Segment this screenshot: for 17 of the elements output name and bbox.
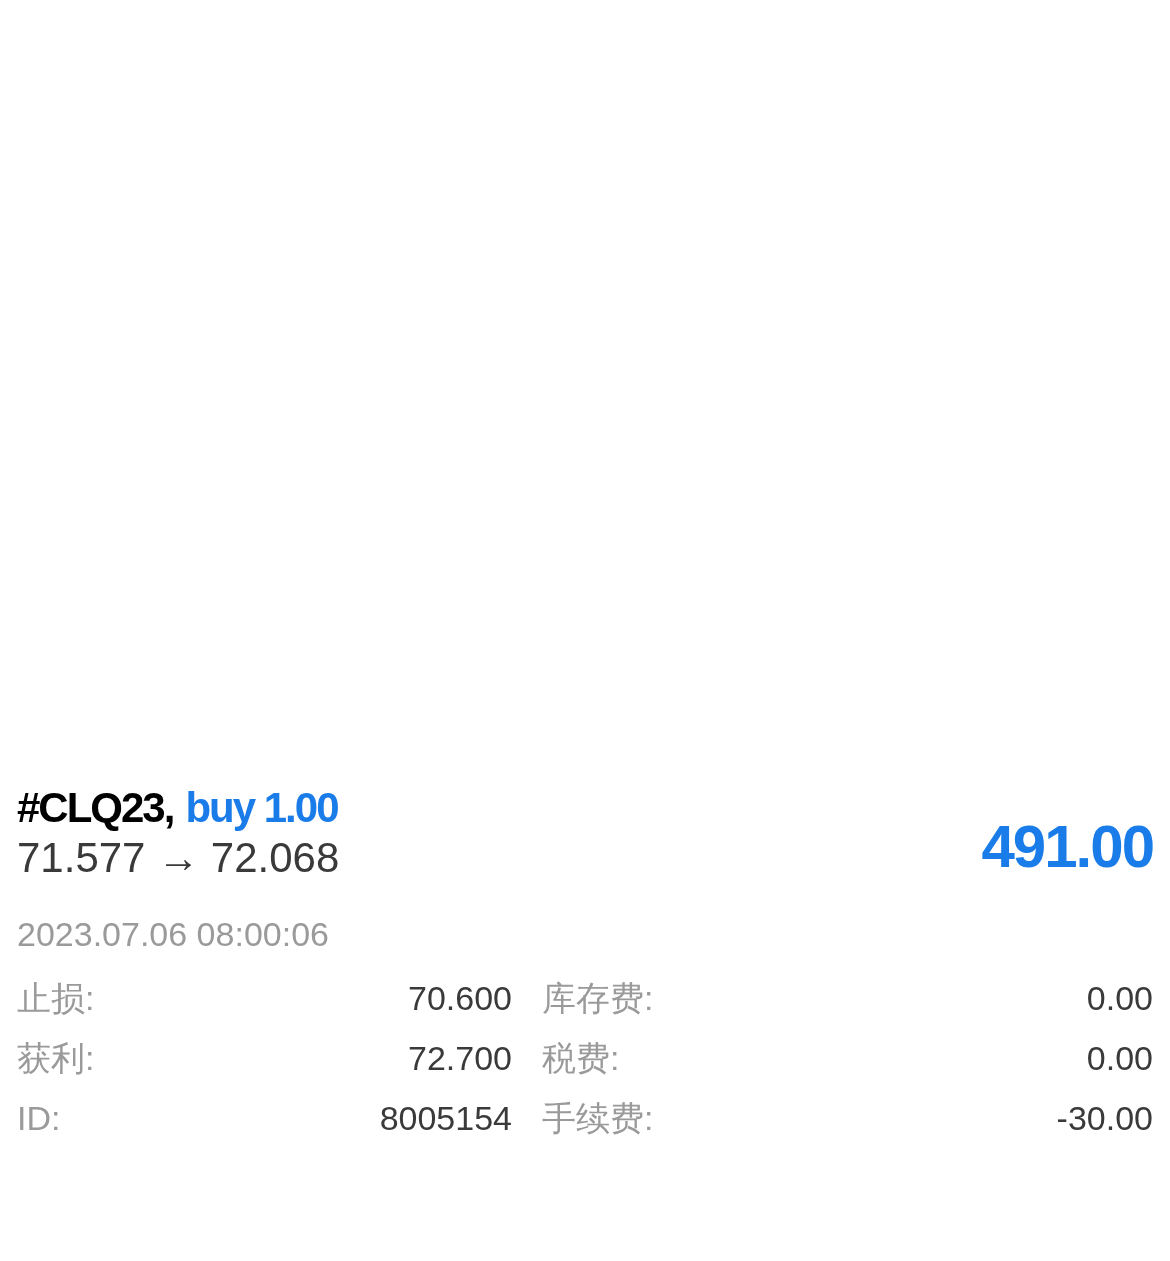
profit-value: 491.00 <box>981 812 1153 882</box>
detail-label: 税费: <box>542 1037 620 1079</box>
symbol-name: #CLQ23, <box>17 783 174 833</box>
order-type: buy 1.00 <box>185 783 338 833</box>
open-time: 2023.07.06 08:00:06 <box>17 914 330 955</box>
detail-label: 止损: <box>17 977 95 1019</box>
price-range: 71.577 → 72.068 <box>17 833 340 883</box>
detail-label: ID: <box>17 1097 61 1139</box>
detail-label: 手续费: <box>542 1097 654 1139</box>
detail-label: 库存费: <box>542 977 654 1019</box>
detail-label: 获利: <box>17 1037 95 1079</box>
detail-value: -30.00 <box>1056 1097 1153 1139</box>
detail-value: 72.700 <box>408 1037 512 1079</box>
detail-value: 0.00 <box>1086 1037 1153 1079</box>
detail-value: 0.00 <box>1086 977 1153 1019</box>
detail-value: 70.600 <box>408 977 512 1019</box>
detail-value: 8005154 <box>379 1097 512 1139</box>
